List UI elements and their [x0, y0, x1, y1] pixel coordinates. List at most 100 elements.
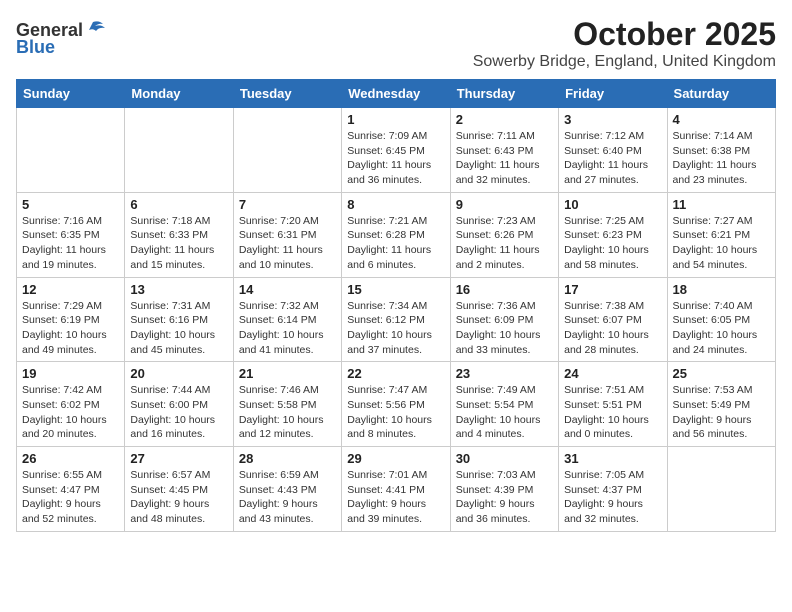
day-detail: Sunrise: 7:47 AM Sunset: 5:56 PM Dayligh…: [347, 383, 444, 442]
day-detail: Sunrise: 7:51 AM Sunset: 5:51 PM Dayligh…: [564, 383, 661, 442]
day-detail: Sunrise: 7:09 AM Sunset: 6:45 PM Dayligh…: [347, 129, 444, 188]
calendar-day-cell: 1Sunrise: 7:09 AM Sunset: 6:45 PM Daylig…: [342, 108, 450, 193]
day-number: 6: [130, 197, 227, 212]
day-number: 7: [239, 197, 336, 212]
calendar-day-cell: 24 Sunrise: 7:51 AM Sunset: 5:51 PM Dayli…: [559, 362, 667, 447]
day-number: 9: [456, 197, 553, 212]
day-number: 29: [347, 451, 444, 466]
day-number: 16: [456, 282, 553, 297]
calendar-day-cell: 4Sunrise: 7:14 AM Sunset: 6:38 PM Daylig…: [667, 108, 775, 193]
day-number: 24: [564, 366, 661, 381]
calendar-table: SundayMondayTuesdayWednesdayThursdayFrid…: [16, 79, 776, 532]
calendar-day-cell: 6 Sunrise: 7:18 AM Sunset: 6:33 PM Daylig…: [125, 192, 233, 277]
day-detail: Sunrise: 7:16 AM Sunset: 6:35 PM Dayligh…: [22, 214, 119, 273]
day-detail: Sunrise: 7:40 AM Sunset: 6:05 PM Dayligh…: [673, 299, 770, 358]
day-detail: Sunrise: 7:12 AM Sunset: 6:40 PM Dayligh…: [564, 129, 661, 188]
calendar-day-cell: 10 Sunrise: 7:25 AM Sunset: 6:23 PM Dayli…: [559, 192, 667, 277]
day-detail: Sunrise: 7:29 AM Sunset: 6:19 PM Dayligh…: [22, 299, 119, 358]
calendar-day-cell: 2 Sunrise: 7:11 AM Sunset: 6:43 PM Daylig…: [450, 108, 558, 193]
day-number: 10: [564, 197, 661, 212]
day-number: 20: [130, 366, 227, 381]
day-detail: Sunrise: 7:44 AM Sunset: 6:00 PM Dayligh…: [130, 383, 227, 442]
calendar-day-cell: 17 Sunrise: 7:38 AM Sunset: 6:07 PM Dayli…: [559, 277, 667, 362]
calendar-day-cell: 26Sunrise: 6:55 AM Sunset: 4:47 PM Dayli…: [17, 447, 125, 532]
page-title: October 2025: [473, 16, 776, 53]
day-detail: Sunrise: 7:11 AM Sunset: 6:43 PM Dayligh…: [456, 129, 553, 188]
page-subtitle: Sowerby Bridge, England, United Kingdom: [473, 53, 776, 71]
calendar-header-thursday: Thursday: [450, 80, 558, 108]
calendar-day-cell: 12 Sunrise: 7:29 AM Sunset: 6:19 PM Dayli…: [17, 277, 125, 362]
day-number: 13: [130, 282, 227, 297]
day-number: 25: [673, 366, 770, 381]
day-detail: Sunrise: 7:21 AM Sunset: 6:28 PM Dayligh…: [347, 214, 444, 273]
calendar-day-cell: 5 Sunrise: 7:16 AM Sunset: 6:35 PM Daylig…: [17, 192, 125, 277]
title-area: October 2025 Sowerby Bridge, England, Un…: [473, 16, 776, 71]
day-detail: Sunrise: 7:20 AM Sunset: 6:31 PM Dayligh…: [239, 214, 336, 273]
day-number: 27: [130, 451, 227, 466]
calendar-day-cell: 3 Sunrise: 7:12 AM Sunset: 6:40 PM Daylig…: [559, 108, 667, 193]
calendar-day-cell: 21 Sunrise: 7:46 AM Sunset: 5:58 PM Dayli…: [233, 362, 341, 447]
day-detail: Sunrise: 6:59 AM Sunset: 4:43 PM Dayligh…: [239, 468, 336, 527]
calendar-day-cell: 30 Sunrise: 7:03 AM Sunset: 4:39 PM Dayli…: [450, 447, 558, 532]
calendar-day-cell: [667, 447, 775, 532]
calendar-day-cell: [125, 108, 233, 193]
day-number: 23: [456, 366, 553, 381]
calendar-week-row: 12 Sunrise: 7:29 AM Sunset: 6:19 PM Dayli…: [17, 277, 776, 362]
day-number: 5: [22, 197, 119, 212]
day-detail: Sunrise: 7:38 AM Sunset: 6:07 PM Dayligh…: [564, 299, 661, 358]
calendar-day-cell: 20 Sunrise: 7:44 AM Sunset: 6:00 PM Dayli…: [125, 362, 233, 447]
calendar-day-cell: 9 Sunrise: 7:23 AM Sunset: 6:26 PM Daylig…: [450, 192, 558, 277]
calendar-day-cell: 8 Sunrise: 7:21 AM Sunset: 6:28 PM Daylig…: [342, 192, 450, 277]
calendar-day-cell: 18 Sunrise: 7:40 AM Sunset: 6:05 PM Dayli…: [667, 277, 775, 362]
day-detail: Sunrise: 7:14 AM Sunset: 6:38 PM Dayligh…: [673, 129, 770, 188]
day-number: 11: [673, 197, 770, 212]
calendar-week-row: 1Sunrise: 7:09 AM Sunset: 6:45 PM Daylig…: [17, 108, 776, 193]
calendar-day-cell: 25 Sunrise: 7:53 AM Sunset: 5:49 PM Dayli…: [667, 362, 775, 447]
day-number: 21: [239, 366, 336, 381]
day-number: 31: [564, 451, 661, 466]
day-detail: Sunrise: 7:01 AM Sunset: 4:41 PM Dayligh…: [347, 468, 444, 527]
calendar-day-cell: 23 Sunrise: 7:49 AM Sunset: 5:54 PM Dayli…: [450, 362, 558, 447]
logo-bird-icon: [85, 20, 107, 38]
calendar-day-cell: 15Sunrise: 7:34 AM Sunset: 6:12 PM Dayli…: [342, 277, 450, 362]
day-number: 17: [564, 282, 661, 297]
calendar-header-tuesday: Tuesday: [233, 80, 341, 108]
day-number: 8: [347, 197, 444, 212]
calendar-day-cell: 19 Sunrise: 7:42 AM Sunset: 6:02 PM Dayli…: [17, 362, 125, 447]
calendar-header-sunday: Sunday: [17, 80, 125, 108]
day-number: 28: [239, 451, 336, 466]
day-number: 22: [347, 366, 444, 381]
day-detail: Sunrise: 7:49 AM Sunset: 5:54 PM Dayligh…: [456, 383, 553, 442]
calendar-day-cell: 7 Sunrise: 7:20 AM Sunset: 6:31 PM Daylig…: [233, 192, 341, 277]
day-detail: Sunrise: 7:34 AM Sunset: 6:12 PM Dayligh…: [347, 299, 444, 358]
day-detail: Sunrise: 7:27 AM Sunset: 6:21 PM Dayligh…: [673, 214, 770, 273]
calendar-week-row: 26Sunrise: 6:55 AM Sunset: 4:47 PM Dayli…: [17, 447, 776, 532]
day-number: 30: [456, 451, 553, 466]
day-detail: Sunrise: 7:23 AM Sunset: 6:26 PM Dayligh…: [456, 214, 553, 273]
header: General Blue October 2025 Sowerby Bridge…: [16, 16, 776, 71]
day-number: 18: [673, 282, 770, 297]
calendar-day-cell: [233, 108, 341, 193]
day-number: 12: [22, 282, 119, 297]
day-detail: Sunrise: 7:05 AM Sunset: 4:37 PM Dayligh…: [564, 468, 661, 527]
logo-blue-text: Blue: [16, 37, 55, 58]
day-detail: Sunrise: 7:42 AM Sunset: 6:02 PM Dayligh…: [22, 383, 119, 442]
day-detail: Sunrise: 6:55 AM Sunset: 4:47 PM Dayligh…: [22, 468, 119, 527]
calendar-header-monday: Monday: [125, 80, 233, 108]
day-detail: Sunrise: 7:46 AM Sunset: 5:58 PM Dayligh…: [239, 383, 336, 442]
day-detail: Sunrise: 7:53 AM Sunset: 5:49 PM Dayligh…: [673, 383, 770, 442]
logo: General Blue: [16, 20, 107, 58]
day-detail: Sunrise: 7:31 AM Sunset: 6:16 PM Dayligh…: [130, 299, 227, 358]
day-detail: Sunrise: 7:18 AM Sunset: 6:33 PM Dayligh…: [130, 214, 227, 273]
day-detail: Sunrise: 7:36 AM Sunset: 6:09 PM Dayligh…: [456, 299, 553, 358]
day-number: 2: [456, 112, 553, 127]
day-number: 3: [564, 112, 661, 127]
day-detail: Sunrise: 7:25 AM Sunset: 6:23 PM Dayligh…: [564, 214, 661, 273]
day-detail: Sunrise: 7:03 AM Sunset: 4:39 PM Dayligh…: [456, 468, 553, 527]
day-number: 14: [239, 282, 336, 297]
day-number: 19: [22, 366, 119, 381]
calendar-day-cell: 16 Sunrise: 7:36 AM Sunset: 6:09 PM Dayli…: [450, 277, 558, 362]
calendar-header-row: SundayMondayTuesdayWednesdayThursdayFrid…: [17, 80, 776, 108]
calendar-day-cell: 14Sunrise: 7:32 AM Sunset: 6:14 PM Dayli…: [233, 277, 341, 362]
calendar-header-friday: Friday: [559, 80, 667, 108]
